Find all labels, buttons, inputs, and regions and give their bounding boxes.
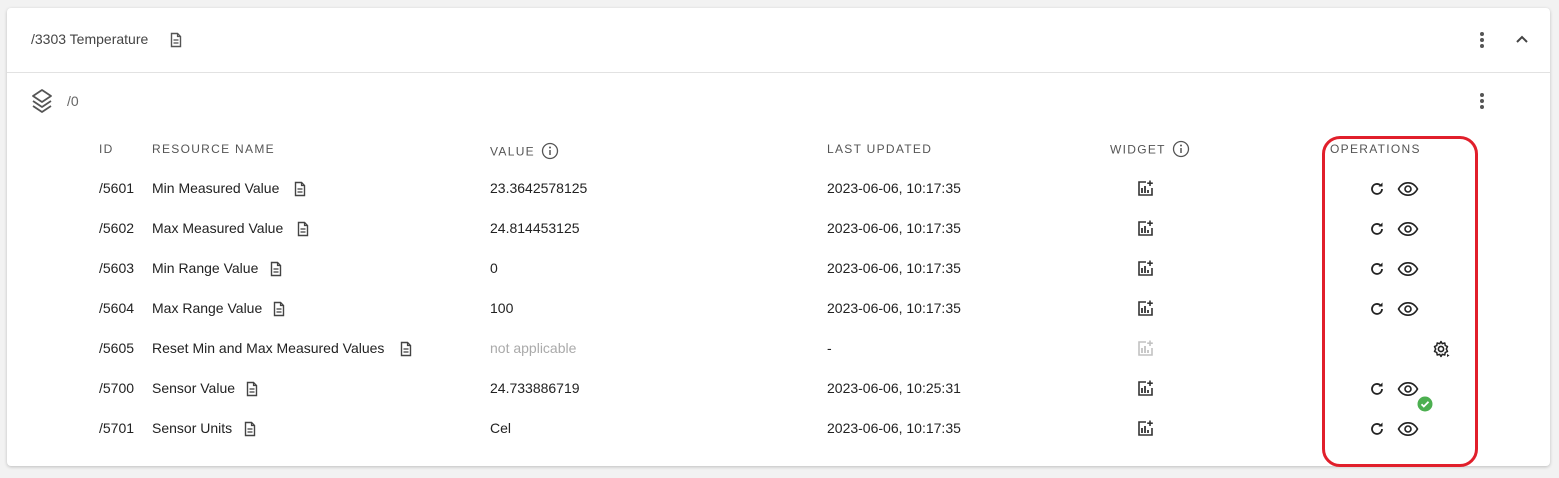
document-icon[interactable] — [268, 261, 284, 277]
table-row: /5601 Min Measured Value 23.3642578125 2023… — [7, 168, 1550, 208]
chevron-up-icon[interactable] — [1510, 28, 1534, 52]
header-id: ID — [99, 142, 114, 156]
resource-value: 24.733886719 — [490, 380, 580, 396]
resource-last-updated: - — [827, 340, 832, 356]
resource-value: 23.3642578125 — [490, 180, 588, 196]
resource-value: 100 — [490, 300, 514, 316]
resource-id: /5604 — [99, 300, 135, 316]
object-title: /3303 Temperature — [31, 31, 149, 47]
resource-id: /5701 — [99, 420, 135, 436]
object-kebab-menu-icon[interactable] — [1472, 30, 1492, 50]
table-row: /5701 Sensor Units Cel 2023-06-06, 10:17:35 — [7, 408, 1550, 448]
document-icon[interactable] — [168, 32, 184, 48]
object-card: /3303 Temperature /0 ID RESOURCE NAME VA… — [7, 8, 1550, 467]
document-icon[interactable] — [244, 381, 260, 397]
info-icon[interactable] — [1172, 140, 1190, 161]
resource-last-updated: 2023-06-06, 10:17:35 — [827, 420, 961, 436]
resource-value: not applicable — [490, 340, 577, 356]
resource-id: /5602 — [99, 220, 135, 236]
table-row: /5604 Max Range Value 100 2023-06-06, 10:17… — [7, 288, 1550, 328]
header-resource-name: RESOURCE NAME — [152, 142, 275, 156]
header-widget-label: WIDGET — [1110, 142, 1166, 157]
object-header[interactable]: /3303 Temperature — [7, 8, 1550, 73]
document-icon[interactable] — [271, 301, 287, 317]
resource-value: Cel — [490, 420, 512, 436]
resource-last-updated: 2023-06-06, 10:17:35 — [827, 260, 961, 276]
resource-name: Reset Min and Max Measured Values — [152, 340, 385, 356]
resource-name: Max Measured Value — [152, 220, 284, 236]
resource-last-updated: 2023-06-06, 10:25:31 — [827, 380, 961, 396]
header-value: VALUE — [490, 142, 559, 163]
add-widget-icon[interactable] — [1135, 379, 1155, 399]
resource-last-updated: 2023-06-06, 10:17:35 — [827, 180, 961, 196]
resource-value: 0 — [490, 260, 498, 276]
resource-id: /5601 — [99, 180, 135, 196]
resource-id: /5605 — [99, 340, 135, 356]
resource-name: Sensor Units — [152, 420, 233, 436]
resource-value: 24.814453125 — [490, 220, 580, 236]
table-row: /5602 Max Measured Value 24.814453125 2023-… — [7, 208, 1550, 248]
add-widget-icon[interactable] — [1135, 299, 1155, 319]
resource-name: Min Measured Value — [152, 180, 280, 196]
info-icon[interactable] — [541, 142, 559, 163]
table-row: /5605 Reset Min and Max Measured Values no… — [7, 328, 1550, 368]
add-widget-icon[interactable] — [1135, 219, 1155, 239]
instance-kebab-menu-icon[interactable] — [1472, 91, 1492, 111]
layers-icon — [31, 88, 53, 114]
document-icon[interactable] — [292, 181, 308, 197]
add-widget-icon[interactable] — [1135, 259, 1155, 279]
document-icon[interactable] — [398, 341, 414, 357]
resource-last-updated: 2023-06-06, 10:17:35 — [827, 220, 961, 236]
header-widget: WIDGET — [1110, 140, 1190, 161]
resource-name: Min Range Value — [152, 260, 259, 276]
document-icon[interactable] — [242, 421, 258, 437]
resource-name: Max Range Value — [152, 300, 263, 316]
instance-label: /0 — [67, 93, 79, 109]
add-widget-icon[interactable] — [1135, 419, 1155, 439]
resource-id: /5603 — [99, 260, 135, 276]
resource-id: /5700 — [99, 380, 135, 396]
table-row: /5700 Sensor Value 24.733886719 2023-06-06,… — [7, 368, 1550, 412]
add-widget-icon[interactable] — [1135, 179, 1155, 199]
header-value-label: VALUE — [490, 144, 535, 159]
document-icon[interactable] — [295, 221, 311, 237]
resource-last-updated: 2023-06-06, 10:17:35 — [827, 300, 961, 316]
header-last-updated: LAST UPDATED — [827, 142, 933, 156]
add-widget-icon — [1135, 339, 1155, 359]
table-row: /5603 Min Range Value 0 2023-06-06, 10:17:3… — [7, 248, 1550, 288]
resource-name: Sensor Value — [152, 380, 236, 396]
operations-highlight-box — [1322, 136, 1478, 467]
